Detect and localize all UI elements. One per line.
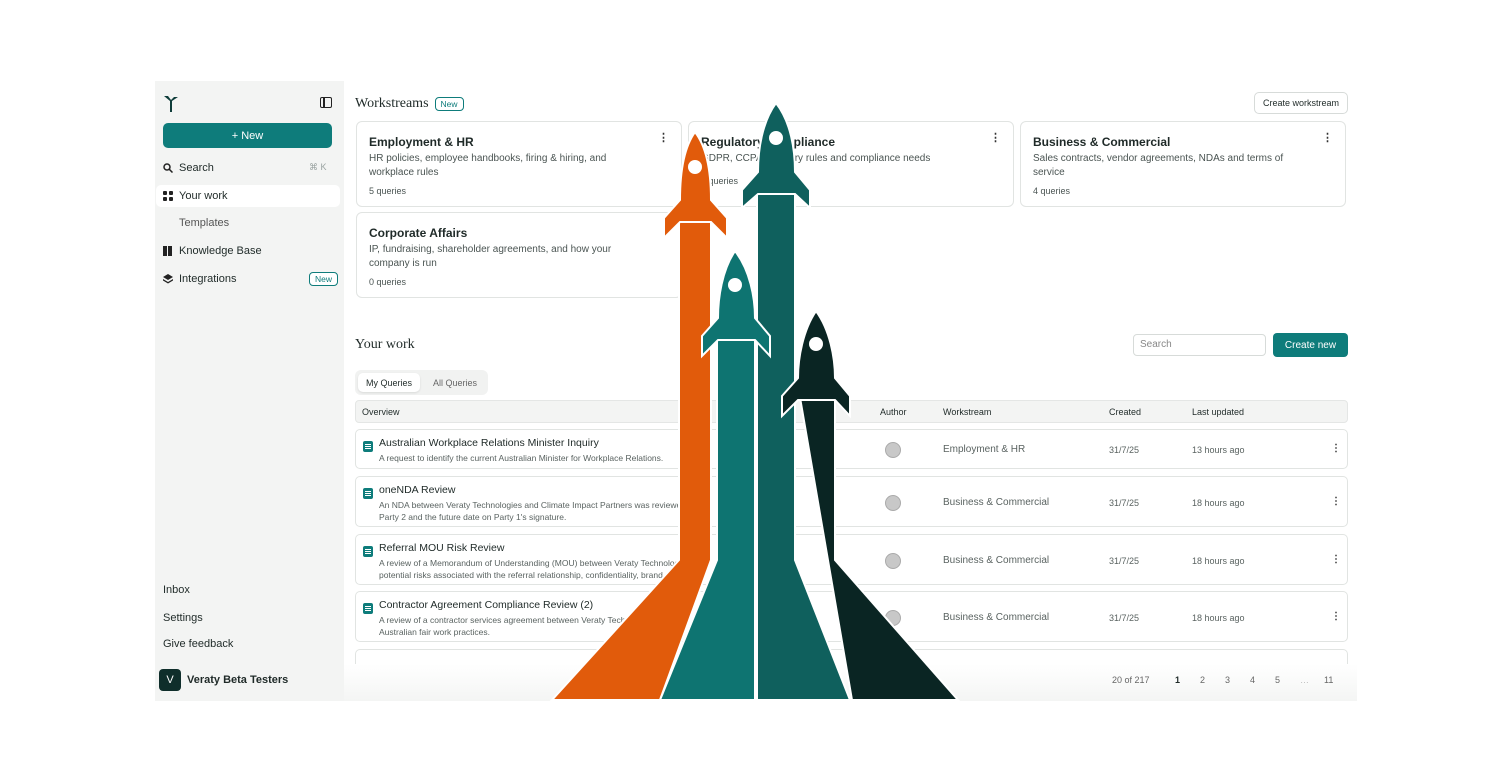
sidebar: + New Search ⌘ K Your work Templates Kno…	[155, 81, 344, 701]
more-options-icon[interactable]: ⋮	[990, 131, 1001, 144]
more-options-icon[interactable]: ⋮	[658, 131, 669, 144]
page-link[interactable]: 3	[1225, 675, 1230, 685]
query-tabs: My Queries All Queries	[355, 370, 488, 395]
sidebar-item-integrations[interactable]: Integrations New	[163, 269, 338, 289]
column-header: Workstream	[943, 407, 992, 417]
page-link[interactable]: 2	[1200, 675, 1205, 685]
column-header: Created	[1109, 407, 1142, 417]
pagination-summary: 20 of 217	[1112, 675, 1150, 685]
column-header: Last updated	[1192, 407, 1245, 417]
workstream-card[interactable]: Corporate Affairs IP, fundraising, share…	[356, 212, 682, 298]
table-row[interactable]: Contractor Agreement Compliance Review (…	[355, 591, 1348, 642]
avatar	[885, 495, 901, 511]
chat-icon	[363, 441, 373, 452]
workstream-card[interactable]: Regulatory Compliance GDPR, CCPA, indust…	[688, 121, 1014, 207]
avatar	[885, 553, 901, 569]
book-icon	[163, 246, 172, 256]
sidebar-item-your-work[interactable]: Your work	[156, 185, 340, 207]
avatar	[885, 442, 901, 458]
table-header: Overview Author Workstream Created Last …	[355, 400, 1348, 423]
tab-my-queries[interactable]: My Queries	[358, 373, 420, 392]
collapse-sidebar-icon[interactable]	[320, 97, 332, 108]
document-icon	[363, 488, 373, 499]
search-nav[interactable]: Search	[163, 158, 214, 178]
page-link[interactable]: 4	[1250, 675, 1255, 685]
workstream-card[interactable]: Employment & HR HR policies, employee ha…	[356, 121, 682, 207]
avatar	[885, 610, 901, 626]
sidebar-item-settings[interactable]: Settings	[163, 612, 203, 624]
logo-icon	[164, 96, 178, 112]
create-workstream-button[interactable]: Create workstream	[1254, 92, 1348, 114]
org-switcher[interactable]: V Veraty Beta Testers	[159, 669, 288, 691]
sidebar-item-inbox[interactable]: Inbox	[163, 584, 190, 596]
document-icon	[363, 603, 373, 614]
page-ellipsis: …	[1300, 675, 1309, 685]
search-icon	[163, 163, 173, 173]
page-link[interactable]: 5	[1275, 675, 1280, 685]
more-options-icon[interactable]: ⋮	[1331, 496, 1341, 507]
create-new-button[interactable]: Create new	[1273, 333, 1348, 357]
table-row[interactable]: Australian Workplace Relations Minister …	[355, 429, 1348, 469]
layers-icon	[163, 274, 173, 284]
workstreams-header: Workstreams New	[355, 96, 464, 112]
column-header: Overview	[362, 407, 400, 417]
sidebar-item-knowledge-base[interactable]: Knowledge Base	[163, 241, 262, 261]
sidebar-item-templates[interactable]: Templates	[179, 213, 229, 233]
more-options-icon[interactable]: ⋮	[1322, 131, 1333, 144]
grid-icon	[163, 191, 173, 201]
org-avatar: V	[159, 669, 181, 691]
more-options-icon[interactable]: ⋮	[1331, 443, 1341, 454]
search-input[interactable]: Search	[1133, 334, 1266, 356]
main-content: Workstreams New Create workstream Employ…	[344, 81, 1357, 701]
page-link[interactable]: 11	[1324, 675, 1333, 685]
your-work-title: Your work	[355, 337, 415, 352]
page-link[interactable]: 1	[1175, 675, 1180, 685]
more-options-icon[interactable]: ⋮	[1331, 554, 1341, 565]
app-window: + New Search ⌘ K Your work Templates Kno…	[155, 81, 1357, 701]
org-name: Veraty Beta Testers	[187, 674, 289, 686]
table-footer: 20 of 217 1 2 3 4 5 … 11	[344, 664, 1357, 701]
more-options-icon[interactable]: ⋮	[1331, 611, 1341, 622]
table-row[interactable]: oneNDA Review An NDA between Veraty Tech…	[355, 476, 1348, 527]
tab-all-queries[interactable]: All Queries	[425, 373, 485, 392]
document-icon	[363, 546, 373, 557]
page-title: Workstreams	[355, 96, 429, 111]
column-header: Author	[880, 407, 907, 417]
workstream-card[interactable]: Business & Commercial Sales contracts, v…	[1020, 121, 1346, 207]
new-button[interactable]: + New	[163, 123, 332, 148]
new-badge: New	[308, 272, 338, 286]
table-row[interactable]: Referral MOU Risk Review A review of a M…	[355, 534, 1348, 585]
search-shortcut: ⌘ K	[309, 162, 327, 172]
new-badge: New	[434, 97, 464, 111]
sidebar-item-give-feedback[interactable]: Give feedback	[163, 638, 233, 650]
